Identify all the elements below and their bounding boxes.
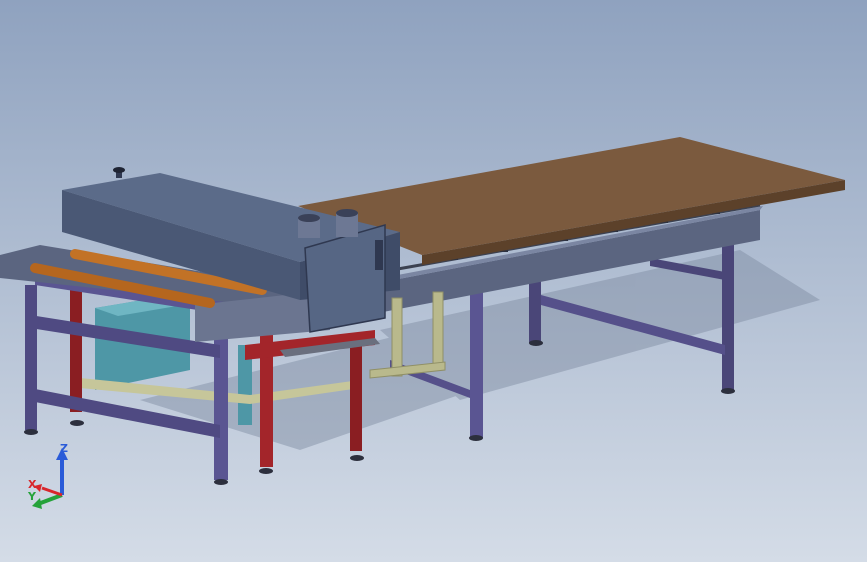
frame-post-red[interactable] <box>350 345 362 451</box>
table-leg[interactable] <box>529 275 541 343</box>
frame-post-red[interactable] <box>70 290 82 412</box>
housing-handle[interactable] <box>375 240 383 270</box>
y-axis-arrow <box>37 493 63 506</box>
orientation-triad[interactable]: Z X Y <box>22 440 82 510</box>
frame-leg-purple[interactable] <box>25 285 37 430</box>
y-axis-label: Y <box>27 490 37 503</box>
leveling-foot <box>214 479 228 485</box>
table-leg[interactable] <box>722 240 734 390</box>
exhaust-pipe-opening <box>298 214 320 222</box>
z-axis-label: Z <box>60 442 68 455</box>
cad-viewport[interactable]: Z X Y <box>0 0 867 562</box>
x-axis-arrow <box>41 486 63 497</box>
exhaust-pipe-opening <box>336 209 358 217</box>
leveling-foot <box>24 429 38 435</box>
leveling-foot <box>529 340 543 346</box>
adjust-knob-cap[interactable] <box>113 167 125 173</box>
leveling-foot <box>469 435 483 441</box>
table-leg[interactable] <box>470 290 483 438</box>
leveling-foot <box>259 468 273 474</box>
machine-model[interactable] <box>0 0 867 562</box>
leveling-foot <box>350 455 364 461</box>
leveling-foot <box>70 420 84 426</box>
leveling-foot <box>721 388 735 394</box>
